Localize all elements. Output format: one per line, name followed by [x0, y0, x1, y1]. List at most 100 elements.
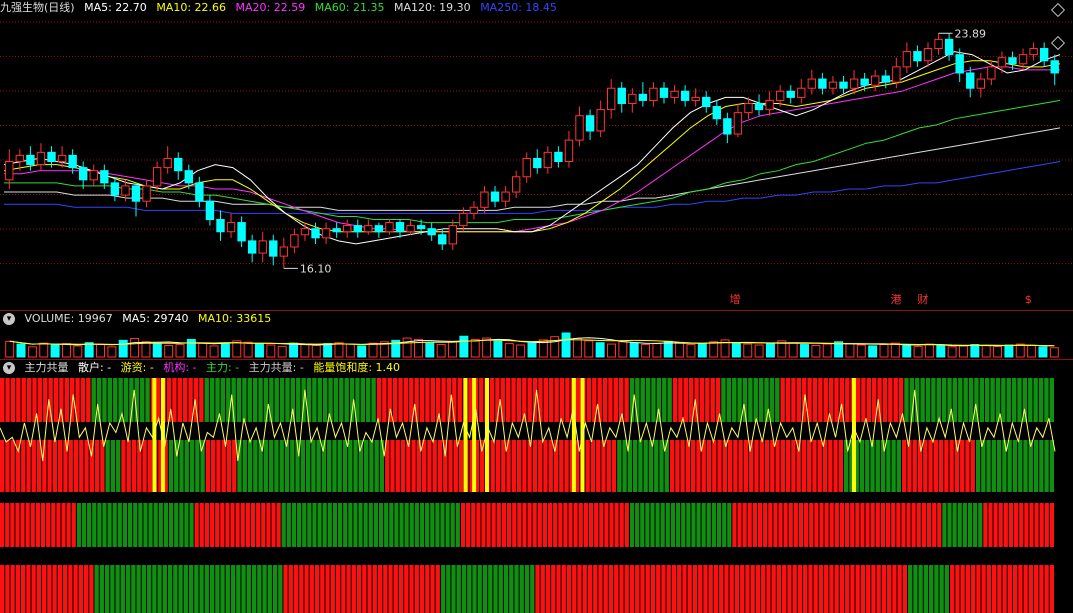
indicator-bar: [399, 503, 404, 547]
indicator-bar: [403, 378, 409, 422]
indicator-bar: [991, 440, 996, 492]
indicator-bar: [309, 565, 314, 613]
indicator-bar: [582, 565, 587, 613]
indicator-bar: [419, 503, 425, 547]
candle-body: [300, 228, 310, 236]
indicator-bar: [73, 565, 78, 613]
collapse-indicator-icon[interactable]: ▾: [3, 362, 15, 374]
indicator-bar: [587, 565, 593, 613]
indicator-bar: [312, 503, 317, 547]
indicator-bar: [703, 565, 708, 613]
collapse-volume-icon[interactable]: ▾: [3, 313, 15, 325]
candle-body: [36, 151, 46, 166]
candle: [448, 219, 457, 251]
indicator-bar: [527, 440, 532, 492]
indicator-bar: [745, 565, 750, 613]
indicator-bar: [881, 565, 887, 613]
volume-bar: [61, 343, 71, 358]
indicator-bar: [215, 503, 220, 547]
indicator-bar: [209, 378, 215, 422]
ma-line-ma5: [3, 51, 1061, 245]
indicator-bar: [236, 565, 241, 613]
indicator-bar: [307, 503, 312, 547]
volume-bar: [220, 343, 230, 358]
indicator-bar: [378, 503, 384, 547]
volume-ma5-label: MA5: 29740: [122, 312, 189, 325]
indicator-bar: [102, 378, 107, 422]
indicator-bar: [812, 378, 818, 422]
volume-bar: [357, 345, 367, 358]
indicator-bar: [400, 440, 406, 492]
volume-bar: [981, 344, 991, 358]
indicator-bar: [907, 440, 912, 492]
indicator-bar: [225, 503, 230, 547]
indicator-bar: [958, 378, 963, 422]
indicator-bar: [706, 440, 712, 492]
indicator-bar: [796, 440, 801, 492]
candle: [596, 100, 605, 138]
indicator-bar: [68, 440, 73, 492]
volume-bar: [675, 342, 685, 358]
indicator-bar: [64, 378, 69, 422]
indicator-chart[interactable]: [0, 360, 1073, 613]
indicator-bar: [363, 440, 369, 492]
indicator-bar: [169, 503, 174, 547]
volume-bar: [959, 345, 968, 358]
indicator-bar: [26, 378, 32, 422]
indicator-bar: [179, 503, 184, 547]
indicator-bar: [666, 565, 671, 613]
indicator-bar: [775, 440, 780, 492]
indicator-bar: [1028, 378, 1033, 422]
indicator-bar: [955, 565, 960, 613]
indicator-bar: [638, 440, 643, 492]
indicator-bar: [477, 565, 482, 613]
candle-body: [332, 228, 341, 233]
indicator-bar: [369, 440, 374, 492]
indicator-bar: [263, 440, 269, 492]
indicator-bar: [861, 378, 866, 422]
candle-body: [121, 185, 130, 196]
indicator-bar: [246, 565, 251, 613]
volume-bar: [856, 344, 866, 358]
indicator-bar: [701, 503, 706, 547]
indicator-bar: [866, 565, 871, 613]
candle-body: [1018, 54, 1028, 65]
indicator-bar: [142, 440, 147, 492]
indicator-bar: [1023, 440, 1028, 492]
indicator-bar: [823, 378, 828, 422]
price-chart[interactable]: 23.89 16.10 增 港 财 $: [0, 0, 1073, 310]
indicator-header: ▾ 主力共量 散户: - 游资: - 机构: - 主力: - 主力共量: - 能…: [0, 360, 406, 376]
indicator-bar: [471, 503, 476, 547]
candle: [237, 216, 246, 247]
indicator-bar: [585, 440, 590, 492]
indicator-bar: [314, 565, 320, 613]
candle-body: [131, 185, 141, 202]
indicator-bar: [258, 440, 263, 492]
volume-bar: [5, 340, 15, 358]
indicator-pane: ▾ 主力共量 散户: - 游资: - 机构: - 主力: - 主力共量: - 能…: [0, 360, 1073, 613]
indicator-bar: [220, 565, 225, 613]
volume-bar: [130, 338, 140, 358]
indicator-bar: [904, 378, 909, 422]
candle: [522, 152, 531, 183]
indicator-bar: [758, 378, 764, 422]
indicator-bar: [594, 503, 599, 547]
candle-body: [871, 75, 880, 86]
indicator-bar: [624, 378, 629, 422]
indicator-bar: [272, 565, 278, 613]
volume-bar: [550, 336, 560, 358]
volume-bar: [902, 344, 912, 358]
indicator-bar: [435, 565, 440, 613]
candle: [1050, 54, 1059, 86]
indicator-bar: [691, 503, 696, 547]
indicator-bar: [163, 503, 168, 547]
candle-body: [216, 219, 225, 233]
candle-body: [311, 228, 320, 239]
indicator-bar: [1024, 503, 1029, 547]
candle: [501, 185, 510, 208]
candle-body: [68, 154, 77, 169]
indicator-bar: [371, 378, 376, 422]
indicator-bar: [981, 440, 986, 492]
indicator-bar: [505, 378, 511, 422]
candle: [702, 91, 711, 113]
